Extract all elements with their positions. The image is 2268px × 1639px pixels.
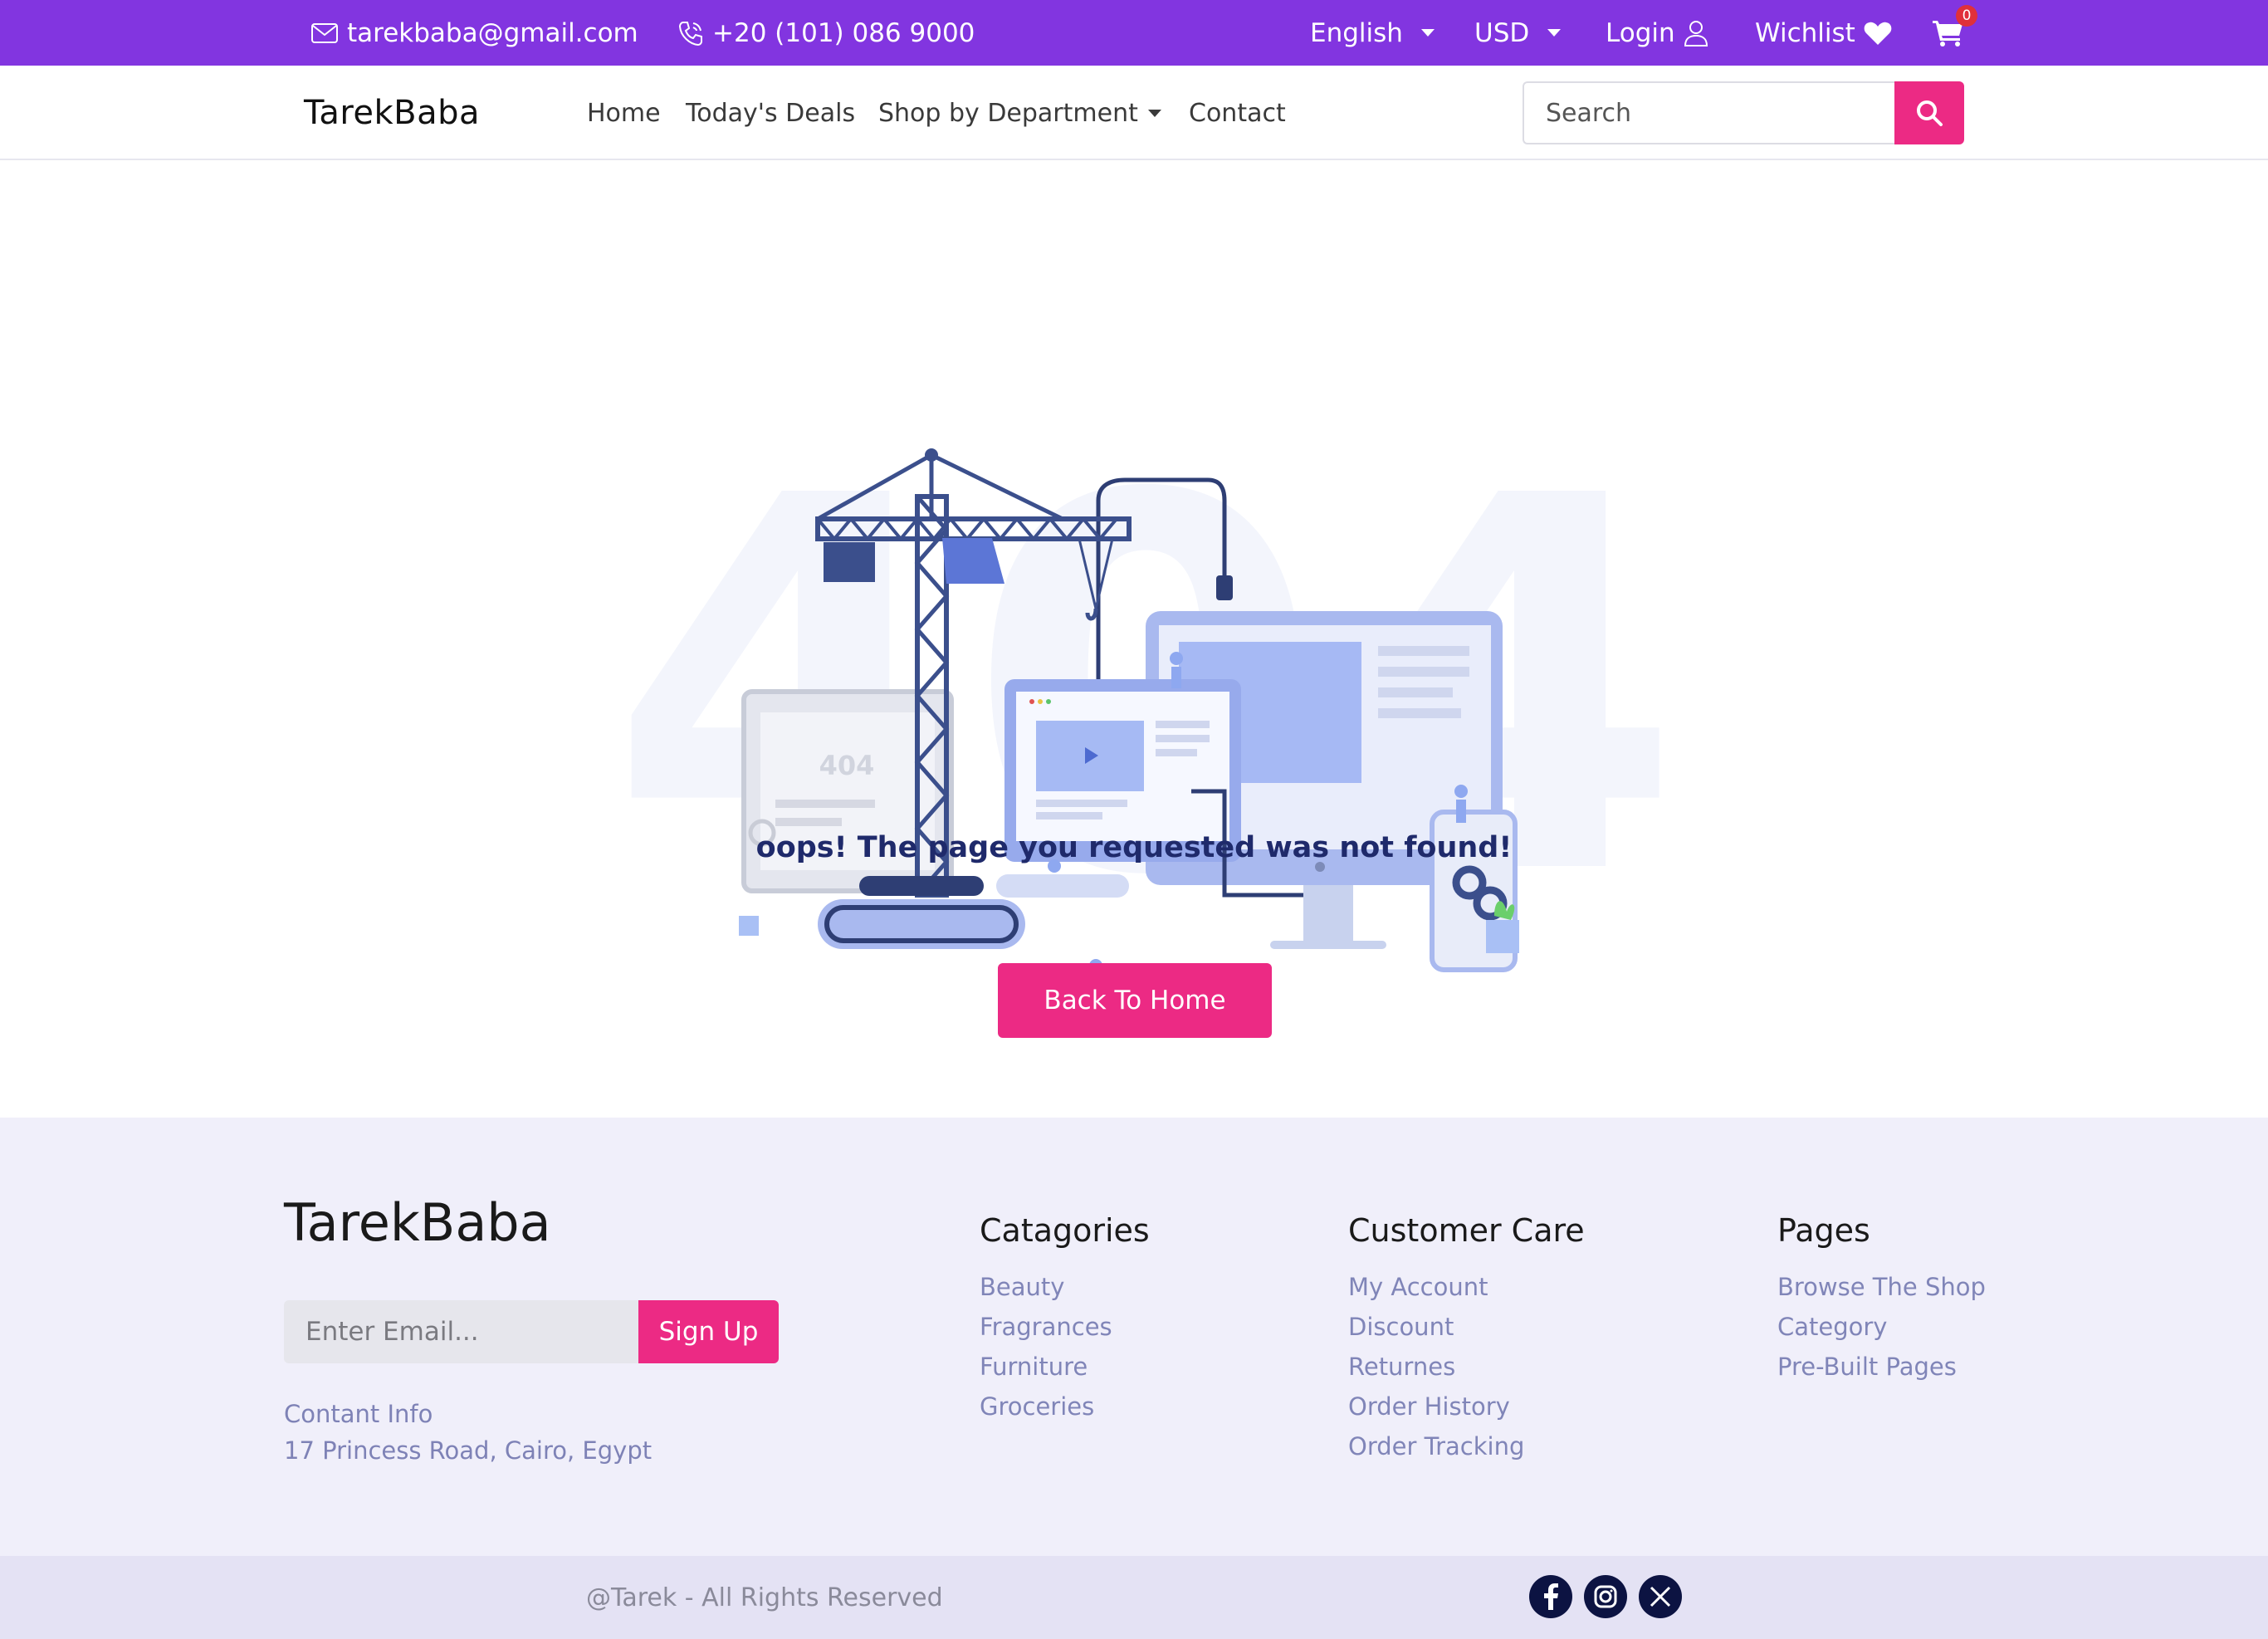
x-icon xyxy=(1650,1586,1671,1607)
footer-column-title: Pages xyxy=(1777,1212,1870,1249)
phone-icon xyxy=(678,21,702,46)
footer-column-categories: Catagories Beauty Fragrances Furniture G… xyxy=(980,1212,1150,1426)
phone-text: +20 (101) 086 9000 xyxy=(712,17,975,48)
construction-404-illustration: 404 404 xyxy=(609,389,1683,974)
language-label: English xyxy=(1310,17,1403,48)
footer-link-groceries[interactable]: Groceries xyxy=(980,1387,1150,1426)
signup-button[interactable]: Sign Up xyxy=(638,1300,779,1363)
envelope-icon xyxy=(311,22,338,43)
brand-logo[interactable]: TarekBaba xyxy=(304,66,480,160)
facebook-link[interactable] xyxy=(1529,1575,1572,1618)
contact-address: 17 Princess Road, Cairo, Egypt xyxy=(284,1436,653,1465)
heart-icon xyxy=(1864,22,1892,45)
x-twitter-link[interactable] xyxy=(1639,1575,1682,1618)
currency-dropdown[interactable]: USD xyxy=(1474,0,1562,66)
footer: TarekBaba Sign Up Contant Info 17 Prince… xyxy=(0,1118,2268,1556)
nav-home[interactable]: Home xyxy=(587,66,661,160)
footer-column-pages: Pages Browse The Shop Category Pre-Built… xyxy=(1777,1212,1986,1387)
footer-link-fragrances[interactable]: Fragrances xyxy=(980,1307,1150,1347)
newsletter-email-input[interactable] xyxy=(284,1300,638,1363)
footer-link-order-tracking[interactable]: Order Tracking xyxy=(1348,1426,1585,1466)
facebook-icon xyxy=(1544,1583,1558,1610)
footer-link-order-history[interactable]: Order History xyxy=(1348,1387,1585,1426)
cart-count-badge: 0 xyxy=(1956,5,1977,27)
footer-column-customer-care: Customer Care My Account Discount Return… xyxy=(1348,1212,1585,1466)
instagram-link[interactable] xyxy=(1584,1575,1627,1618)
login-label: Login xyxy=(1606,17,1675,48)
wishlist-link[interactable]: Wichlist xyxy=(1755,0,1892,66)
chevron-down-icon xyxy=(1147,109,1161,117)
language-dropdown[interactable]: English xyxy=(1310,0,1435,66)
search-form xyxy=(1523,81,1964,144)
user-icon xyxy=(1684,20,1708,46)
phone-contact[interactable]: +20 (101) 086 9000 xyxy=(677,0,975,66)
email-contact[interactable]: tarekbaba@gmail.com xyxy=(310,0,638,66)
chevron-down-icon xyxy=(1420,29,1435,37)
copyright-bar: @Tarek - All Rights Reserved xyxy=(0,1556,2268,1639)
email-text: tarekbaba@gmail.com xyxy=(347,17,638,48)
main-navbar: TarekBaba Home Today's Deals Shop by Dep… xyxy=(0,66,2268,160)
footer-link-beauty[interactable]: Beauty xyxy=(980,1267,1150,1307)
footer-brand[interactable]: TarekBaba xyxy=(284,1192,551,1253)
footer-link-furniture[interactable]: Furniture xyxy=(980,1347,1150,1387)
nav-shop-by-department[interactable]: Shop by Department xyxy=(878,66,1161,160)
chevron-down-icon xyxy=(1547,29,1562,37)
footer-column-title: Customer Care xyxy=(1348,1212,1585,1249)
footer-link-returns[interactable]: Returnes xyxy=(1348,1347,1585,1387)
footer-column-title: Catagories xyxy=(980,1212,1150,1249)
search-icon xyxy=(1917,100,1943,126)
search-button[interactable] xyxy=(1894,81,1964,144)
wishlist-label: Wichlist xyxy=(1755,17,1855,48)
footer-link-browse-shop[interactable]: Browse The Shop xyxy=(1777,1267,1986,1307)
footer-link-pre-built-pages[interactable]: Pre-Built Pages xyxy=(1777,1347,1986,1387)
contact-info-title: Contant Info xyxy=(284,1400,433,1428)
nav-contact[interactable]: Contact xyxy=(1189,66,1286,160)
instagram-icon xyxy=(1594,1585,1617,1608)
copyright-text: @Tarek - All Rights Reserved xyxy=(586,1583,943,1612)
footer-link-discount[interactable]: Discount xyxy=(1348,1307,1585,1347)
not-found-section: 404 404 xyxy=(0,160,2268,1118)
monitor-404-text: 404 xyxy=(819,750,875,781)
login-link[interactable]: Login xyxy=(1606,0,1708,66)
search-input[interactable] xyxy=(1523,81,1894,144)
cart-button[interactable]: 0 xyxy=(1933,0,1977,66)
top-bar: tarekbaba@gmail.com +20 (101) 086 9000 E… xyxy=(0,0,2268,66)
currency-label: USD xyxy=(1474,17,1530,48)
nav-todays-deals[interactable]: Today's Deals xyxy=(686,66,855,160)
footer-link-my-account[interactable]: My Account xyxy=(1348,1267,1585,1307)
back-to-home-button[interactable]: Back To Home xyxy=(998,963,1272,1038)
footer-link-category[interactable]: Category xyxy=(1777,1307,1986,1347)
not-found-message: oops! The page you requested was not fou… xyxy=(755,831,1513,864)
nav-shop-by-department-label: Shop by Department xyxy=(878,98,1138,128)
